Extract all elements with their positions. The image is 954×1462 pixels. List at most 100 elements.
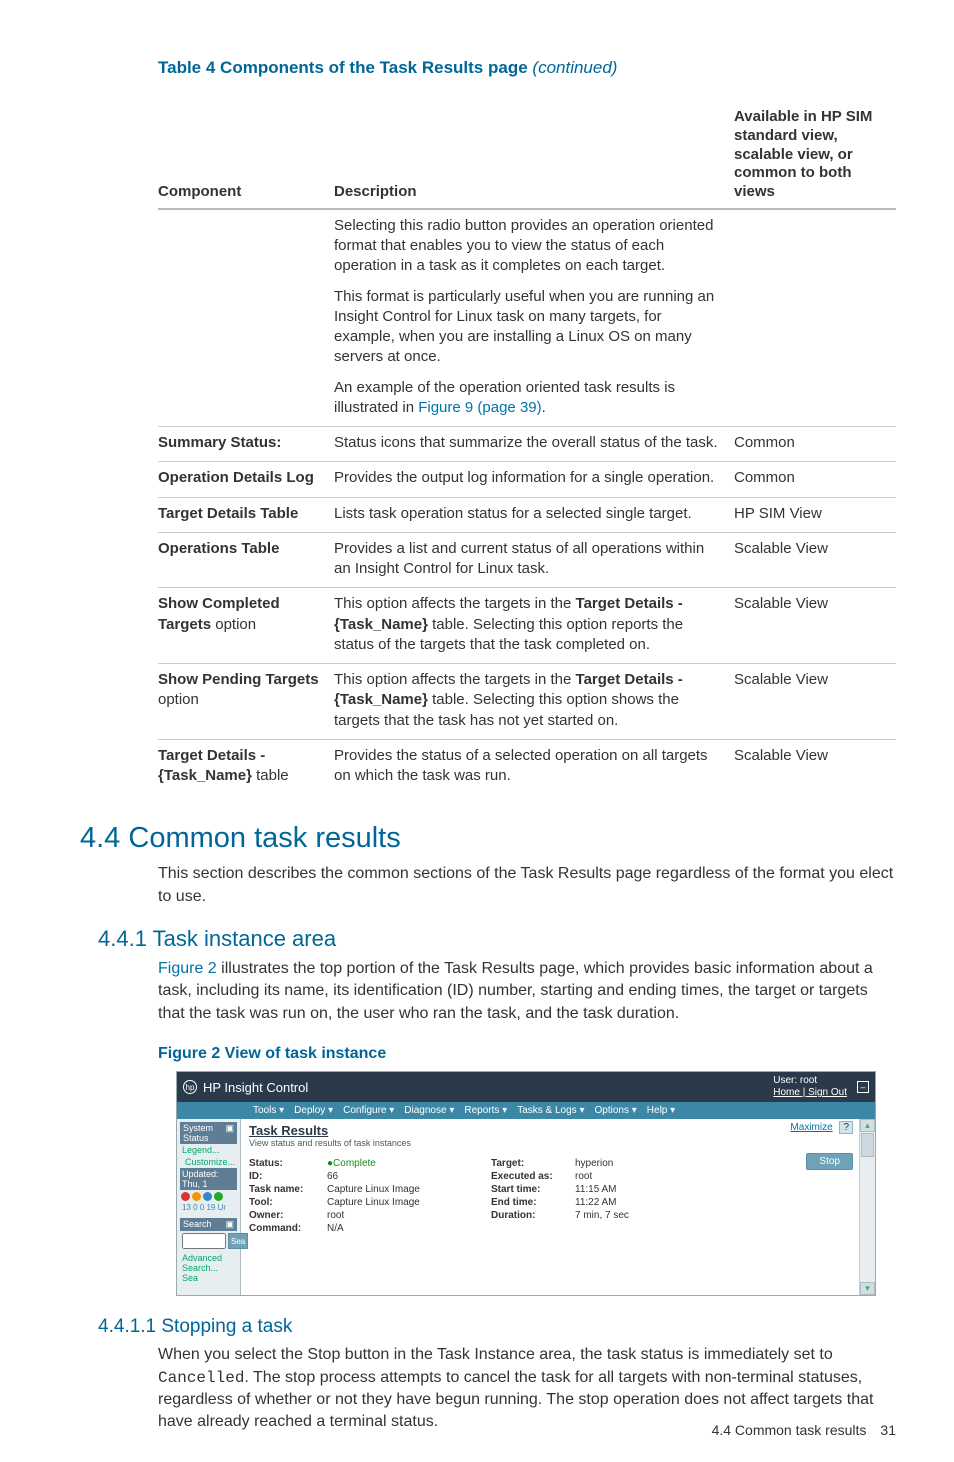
menu-reports[interactable]: Reports	[464, 1105, 507, 1116]
fig-main-subheading: View status and results of task instance…	[249, 1138, 851, 1148]
cell-view: Scalable View	[734, 746, 896, 787]
cell-view: Scalable View	[734, 670, 896, 731]
sb-advanced-link[interactable]: Advanced Search... Sea	[180, 1251, 237, 1285]
section-4-4-1-1-body: When you select the Stop button in the T…	[158, 1344, 896, 1434]
kv-value: root	[575, 1171, 675, 1182]
sb-search-input[interactable]	[182, 1233, 226, 1249]
page: Table 4 Components of the Task Results p…	[0, 0, 954, 1462]
kv-key: Duration:	[491, 1210, 571, 1221]
kv-key: Command:	[249, 1223, 323, 1234]
table-title-continued: (continued)	[532, 58, 617, 77]
kv-value: 7 min, 7 sec	[575, 1210, 675, 1221]
cell-view: Common	[734, 468, 896, 488]
collapse-icon[interactable]: ▣	[225, 1123, 234, 1143]
menu-configure[interactable]: Configure	[343, 1105, 394, 1116]
sb-search-label: Search	[183, 1219, 212, 1230]
table-row: Operation Details LogProvides the output…	[158, 461, 896, 496]
kv-value: Capture Linux Image	[327, 1197, 487, 1208]
kv-value: Complete	[327, 1158, 487, 1169]
major-icon	[192, 1192, 201, 1201]
section-4-4-1-body: Figure 2 illustrates the top portion of …	[158, 958, 896, 1025]
menu-tools[interactable]: Tools	[253, 1105, 284, 1116]
cell-description: Provides the status of a selected operat…	[334, 746, 734, 787]
table-header-row: Component Description Available in HP SI…	[158, 108, 896, 210]
stop-button[interactable]: Stop	[806, 1153, 853, 1170]
components-table: Component Description Available in HP SI…	[158, 108, 896, 794]
sb-system-status-label: System Status	[183, 1123, 225, 1143]
kv-value: 11:22 AM	[575, 1197, 675, 1208]
page-footer: 4.4 Common task results 31	[712, 1422, 896, 1438]
menu-help[interactable]: Help	[647, 1105, 675, 1116]
kv-value: 66	[327, 1171, 487, 1182]
cell-component: Summary Status:	[158, 433, 334, 453]
menu-options[interactable]: Options	[595, 1105, 637, 1116]
help-icon[interactable]: ?	[839, 1121, 853, 1134]
cell-description: Status icons that summarize the overall …	[334, 433, 734, 453]
fig-home-signout-links[interactable]: Home | Sign Out	[773, 1087, 847, 1098]
menu-tasks-logs[interactable]: Tasks & Logs	[517, 1105, 584, 1116]
kv-key: Tool:	[249, 1197, 323, 1208]
fig-menubar: Tools Deploy Configure Diagnose Reports Tasks…	[177, 1102, 875, 1119]
sb-legend-link[interactable]: Legend...	[180, 1144, 237, 1156]
kv-key: Start time:	[491, 1184, 571, 1195]
fig-brand: hp HP Insight Control	[183, 1080, 308, 1095]
collapse-icon[interactable]: ▣	[225, 1219, 234, 1230]
minimize-icon[interactable]: –	[857, 1081, 869, 1093]
sb-search-header: Search ▣	[180, 1218, 237, 1231]
fig-maximize-area: Maximize ?	[790, 1121, 853, 1134]
kv-key: Status:	[249, 1158, 323, 1169]
cell-component: Show Pending Targets option	[158, 670, 334, 731]
figure-2-title: Figure 2 View of task instance	[158, 1045, 896, 1063]
kv-value	[575, 1223, 675, 1234]
menu-deploy[interactable]: Deploy	[294, 1105, 333, 1116]
kv-value: 11:15 AM	[575, 1184, 675, 1195]
scroll-up-icon[interactable]: ▴	[860, 1119, 875, 1132]
table-title-text: Table 4 Components of the Task Results p…	[158, 58, 528, 77]
fig-maximize-link[interactable]: Maximize	[790, 1122, 832, 1133]
col-header-view: Available in HP SIM standard view, scala…	[734, 108, 896, 202]
sb-customize-link[interactable]: Customize...	[180, 1156, 237, 1168]
fig-user-label: User: root	[773, 1075, 847, 1087]
kv-value: Capture Linux Image	[327, 1184, 487, 1195]
minor-icon	[203, 1192, 212, 1201]
kv-key: Owner:	[249, 1210, 323, 1221]
normal-icon	[214, 1192, 223, 1201]
cell-description: Selecting this radio button provides an …	[334, 216, 734, 418]
footer-page-number: 31	[880, 1422, 896, 1438]
kv-key: Executed as:	[491, 1171, 571, 1182]
fig-main-heading: Task Results	[249, 1123, 851, 1138]
fig-scrollbar[interactable]: ▴ ▾	[859, 1119, 875, 1295]
menu-diagnose[interactable]: Diagnose	[404, 1105, 454, 1116]
sb-counts: 13 0 0 19 Ur	[180, 1203, 237, 1214]
sb-updated: Updated: Thu, 1	[180, 1168, 237, 1190]
cell-description: This option affects the targets in the T…	[334, 594, 734, 655]
scroll-thumb[interactable]	[861, 1133, 874, 1157]
cell-component: Operations Table	[158, 539, 334, 580]
kv-key: Target:	[491, 1158, 571, 1169]
cell-view: HP SIM View	[734, 504, 896, 524]
cell-view: Common	[734, 433, 896, 453]
cell-description: This option affects the targets in the T…	[334, 670, 734, 731]
cell-description: Provides the output log information for …	[334, 468, 734, 488]
fig-sidebar: System Status ▣ Legend... Customize... U…	[177, 1119, 241, 1295]
table-row: Target Details TableLists task operation…	[158, 497, 896, 532]
fig-body: System Status ▣ Legend... Customize... U…	[177, 1119, 875, 1295]
section-4-4-body: This section describes the common sectio…	[158, 863, 896, 908]
fig-task-details: Status:CompleteTarget:hyperionID:66Execu…	[249, 1158, 851, 1234]
figure-2-screenshot: hp HP Insight Control User: root Home | …	[176, 1071, 876, 1296]
cell-component	[158, 216, 334, 418]
kv-key: Task name:	[249, 1184, 323, 1195]
col-header-component: Component	[158, 182, 334, 202]
cell-view: Scalable View	[734, 539, 896, 580]
table-title: Table 4 Components of the Task Results p…	[158, 58, 896, 78]
cell-component: Target Details - {Task_Name} table	[158, 746, 334, 787]
kv-value: N/A	[327, 1223, 487, 1234]
fig-brand-text: HP Insight Control	[203, 1080, 308, 1095]
cell-component: Operation Details Log	[158, 468, 334, 488]
sb-status-icons	[180, 1190, 237, 1203]
footer-section: 4.4 Common task results	[712, 1422, 867, 1438]
sb-system-status-header[interactable]: System Status ▣	[180, 1122, 237, 1144]
scroll-track[interactable]	[860, 1158, 875, 1282]
critical-icon	[181, 1192, 190, 1201]
scroll-down-icon[interactable]: ▾	[860, 1282, 875, 1295]
